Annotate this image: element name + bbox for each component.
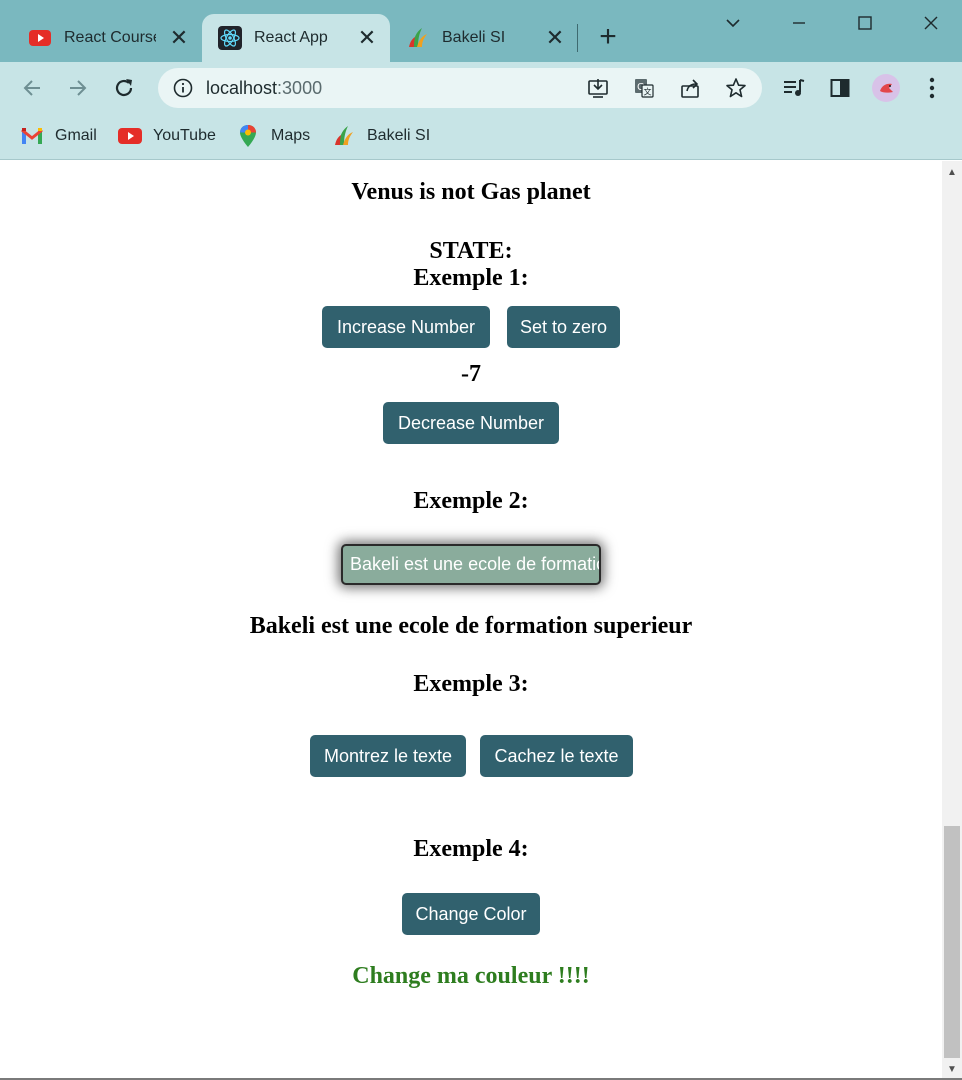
gmail-icon xyxy=(20,124,44,148)
react-icon xyxy=(218,26,242,50)
maximize-icon[interactable] xyxy=(850,8,880,38)
bookmark-bakeli[interactable]: Bakeli SI xyxy=(332,124,430,148)
example3-heading: Exemple 3: xyxy=(413,671,529,697)
share-icon[interactable] xyxy=(678,76,702,100)
tab-react-app[interactable]: React App ✕ xyxy=(202,14,390,62)
example4-heading: Exemple 4: xyxy=(413,836,529,862)
forward-icon[interactable] xyxy=(64,74,92,102)
youtube-icon xyxy=(118,124,142,148)
menu-kebab-icon[interactable] xyxy=(918,74,946,102)
tab-search-icon[interactable] xyxy=(718,8,748,38)
url-host: localhost xyxy=(206,78,278,98)
bakeli-icon xyxy=(332,124,356,148)
increase-number-button[interactable]: Increase Number xyxy=(322,306,490,348)
back-icon[interactable] xyxy=(18,74,46,102)
bookmark-label: Bakeli SI xyxy=(367,127,431,144)
tab-title: React App xyxy=(254,29,328,46)
bookmark-label: Maps xyxy=(271,127,311,144)
url-text[interactable]: localhost:3000 xyxy=(206,78,322,99)
svg-text:文: 文 xyxy=(644,87,652,97)
colored-text: Change ma couleur !!!! xyxy=(352,963,590,989)
profile-avatar-icon[interactable] xyxy=(872,74,900,102)
new-tab-button[interactable]: + xyxy=(594,22,622,52)
page-viewport: Venus is not Gas planet STATE: Exemple 1… xyxy=(0,161,942,1078)
translate-icon[interactable]: G文 xyxy=(632,76,656,100)
tab-react-course[interactable]: React Course ✕ xyxy=(12,14,202,62)
bookmark-label: Gmail xyxy=(55,127,97,144)
side-panel-icon[interactable] xyxy=(826,74,854,102)
tab-title: Bakeli SI xyxy=(442,29,506,46)
page-scrollbar[interactable]: ▲ ▼ xyxy=(942,161,962,1078)
tab-bakeli[interactable]: Bakeli SI ✕ xyxy=(390,14,576,62)
url-path: :3000 xyxy=(277,78,323,98)
hide-text-button[interactable]: Cachez le texte xyxy=(480,735,633,777)
scroll-up-arrow-icon[interactable]: ▲ xyxy=(942,163,962,181)
bookmarks-bar: Gmail YouTube Maps Bakeli SI xyxy=(0,114,962,160)
scroll-down-arrow-icon[interactable]: ▼ xyxy=(942,1060,962,1078)
tab-strip: React Course ✕ React App ✕ Bakeli SI ✕ + xyxy=(0,0,962,62)
bakeli-icon xyxy=(406,26,430,50)
bookmark-star-icon[interactable] xyxy=(724,76,748,100)
info-icon[interactable] xyxy=(172,77,194,99)
show-text-button[interactable]: Montrez le texte xyxy=(310,735,466,777)
state-heading: STATE: xyxy=(429,238,513,264)
address-bar[interactable]: localhost:3000 G文 xyxy=(158,68,762,108)
example1-heading: Exemple 1: xyxy=(413,265,529,291)
bookmark-label: YouTube xyxy=(153,127,216,144)
example2-output-text: Bakeli est une ecole de formation superi… xyxy=(249,613,693,639)
reload-icon[interactable] xyxy=(110,74,138,102)
bookmark-gmail[interactable]: Gmail xyxy=(20,124,97,148)
set-to-zero-button[interactable]: Set to zero xyxy=(507,306,620,348)
install-icon[interactable] xyxy=(586,76,610,100)
change-color-button[interactable]: Change Color xyxy=(402,893,540,935)
tab-title: React Course xyxy=(64,29,156,46)
browser-toolbar: localhost:3000 G文 xyxy=(0,62,962,114)
close-icon[interactable]: ✕ xyxy=(543,25,567,50)
counter-value: -7 xyxy=(461,361,481,387)
close-window-icon[interactable] xyxy=(916,8,946,38)
text-input[interactable]: Bakeli est une ecole de formation superi… xyxy=(341,544,601,585)
maps-icon xyxy=(236,124,260,148)
bookmark-maps[interactable]: Maps xyxy=(236,124,310,148)
minimize-icon[interactable] xyxy=(784,8,814,38)
close-icon[interactable]: ✕ xyxy=(355,25,379,50)
bookmark-youtube[interactable]: YouTube xyxy=(118,124,216,148)
scrollbar-thumb[interactable] xyxy=(944,826,960,1058)
decrease-number-button[interactable]: Decrease Number xyxy=(383,402,559,444)
planet-text: Venus is not Gas planet xyxy=(351,179,591,205)
media-control-icon[interactable] xyxy=(780,74,808,102)
tab-separator xyxy=(577,24,578,52)
close-icon[interactable]: ✕ xyxy=(167,25,191,50)
youtube-icon xyxy=(28,26,52,50)
example2-heading: Exemple 2: xyxy=(413,488,529,514)
